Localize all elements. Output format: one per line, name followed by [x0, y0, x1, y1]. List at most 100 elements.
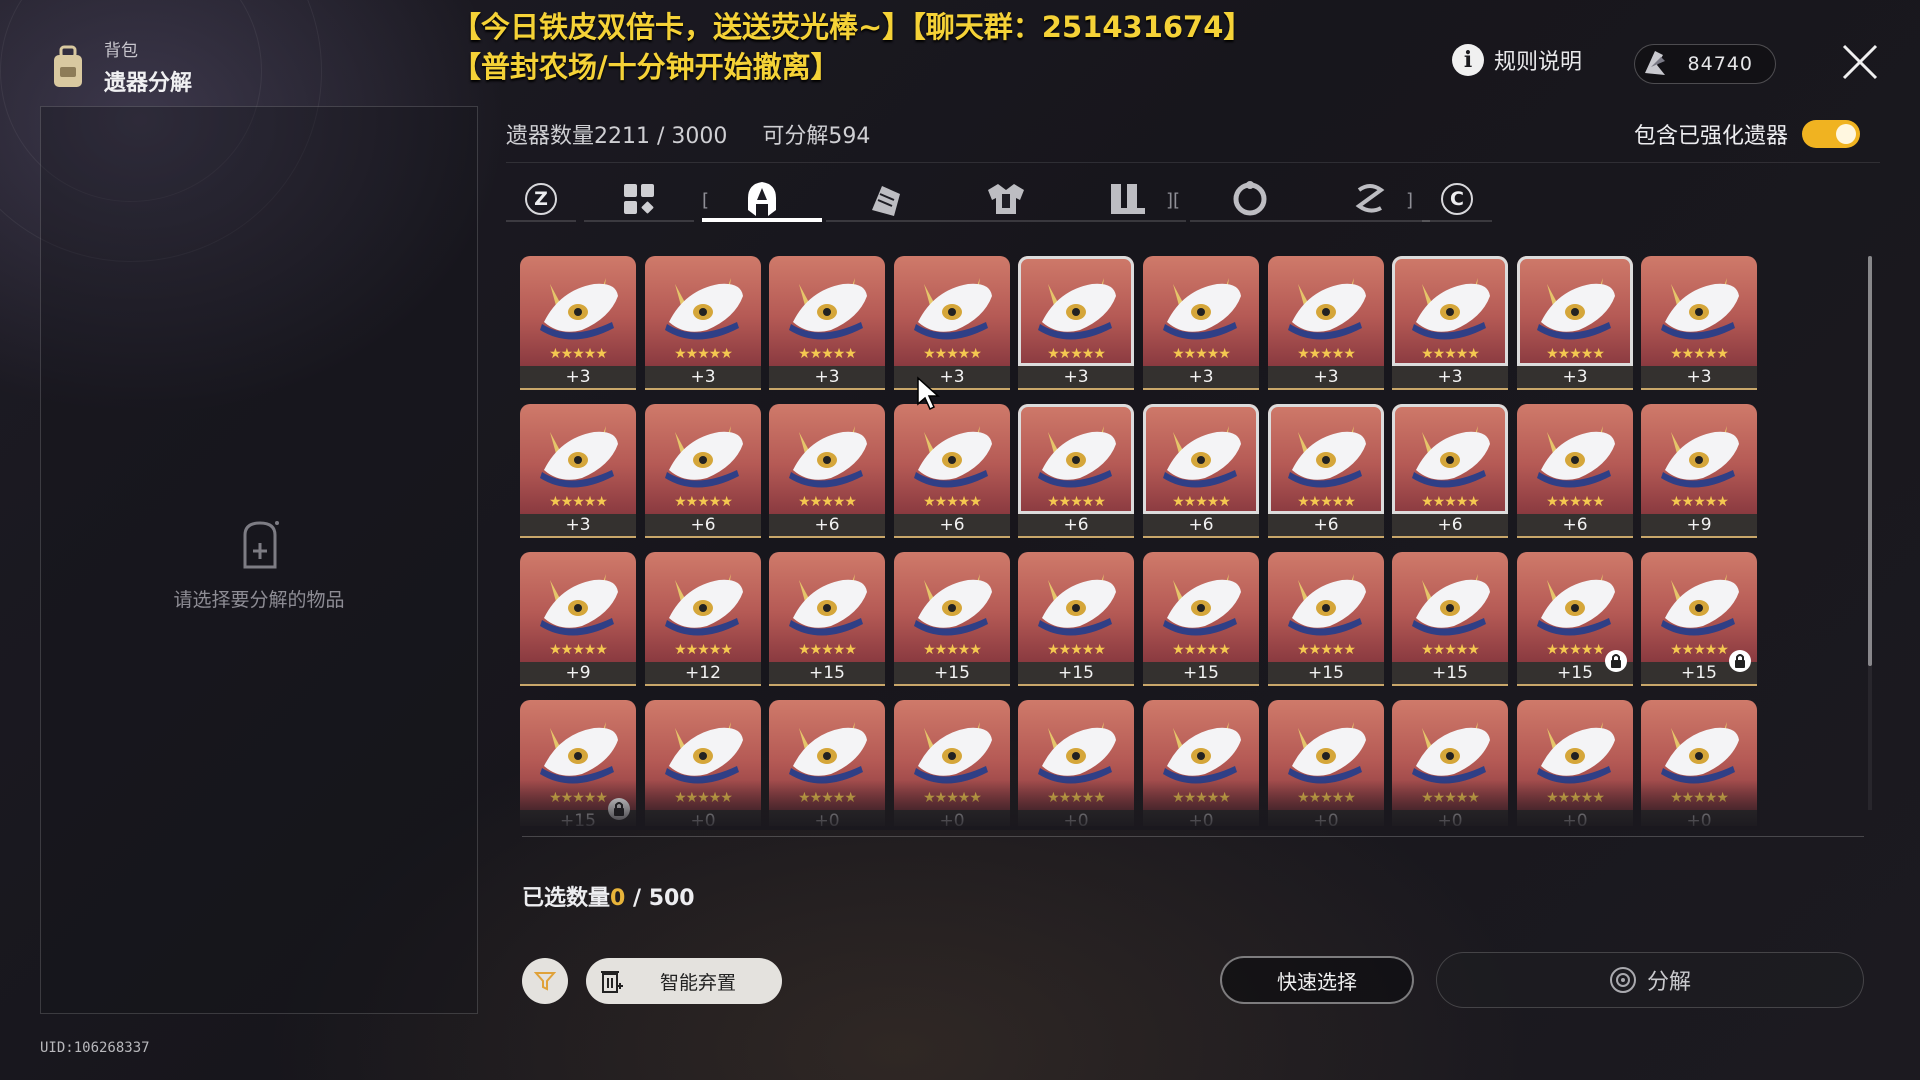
- relic-art: ★★★★★: [1392, 552, 1508, 662]
- relic-level: +9: [520, 662, 636, 686]
- relic-art: ★★★★★: [1018, 256, 1134, 366]
- relic-card[interactable]: ★★★★★ +6: [769, 404, 885, 538]
- relic-art: ★★★★★: [1392, 404, 1508, 514]
- smart-discard-button[interactable]: 智能弃置: [586, 958, 782, 1004]
- relic-card[interactable]: ★★★★★ +15: [1517, 552, 1633, 686]
- star-rating: ★★★★★: [674, 494, 733, 510]
- relic-card[interactable]: ★★★★★ +15: [520, 700, 636, 826]
- page-title: 遗器分解: [104, 71, 193, 96]
- relic-card[interactable]: ★★★★★ +9: [1641, 404, 1757, 538]
- relic-card[interactable]: ★★★★★ +3: [1392, 256, 1508, 390]
- rules-button[interactable]: i 规则说明: [1452, 44, 1582, 76]
- relic-card[interactable]: ★★★★★ +12: [645, 552, 761, 686]
- relic-card[interactable]: ★★★★★ +0: [1641, 700, 1757, 826]
- relic-card[interactable]: ★★★★★ +6: [1268, 404, 1384, 538]
- relic-card[interactable]: ★★★★★ +3: [520, 256, 636, 390]
- relic-card[interactable]: ★★★★★ +0: [769, 700, 885, 826]
- relic-card[interactable]: ★★★★★ +15: [1641, 552, 1757, 686]
- relic-card[interactable]: ★★★★★ +6: [1517, 404, 1633, 538]
- lock-icon[interactable]: [1729, 650, 1751, 672]
- relic-level: +9: [1641, 514, 1757, 538]
- relic-card[interactable]: ★★★★★ +6: [1392, 404, 1508, 538]
- relic-art: ★★★★★: [1268, 256, 1384, 366]
- relic-card[interactable]: ★★★★★ +6: [894, 404, 1010, 538]
- grid-scrollbar[interactable]: [1868, 256, 1872, 810]
- relic-card[interactable]: ★★★★★ +15: [1018, 552, 1134, 686]
- tab-sphere[interactable]: [1190, 176, 1310, 222]
- decompose-label: 分解: [1646, 970, 1691, 995]
- relic-card[interactable]: ★★★★★ +3: [1018, 256, 1134, 390]
- relic-card[interactable]: ★★★★★ +15: [1392, 552, 1508, 686]
- relic-card[interactable]: ★★★★★ +6: [645, 404, 761, 538]
- relic-card[interactable]: ★★★★★ +3: [769, 256, 885, 390]
- bracket: ]: [1406, 190, 1414, 211]
- relic-card[interactable]: ★★★★★ +6: [1143, 404, 1259, 538]
- relic-card[interactable]: ★★★★★ +3: [1641, 256, 1757, 390]
- filter-button[interactable]: [522, 958, 568, 1004]
- relic-card[interactable]: ★★★★★ +3: [645, 256, 761, 390]
- rules-label: 规则说明: [1494, 50, 1583, 75]
- tab-key-z[interactable]: Z: [506, 176, 576, 222]
- include-enhanced-toggle[interactable]: [1802, 120, 1861, 148]
- star-rating: ★★★★★: [1297, 494, 1356, 510]
- glove-icon: [872, 186, 900, 216]
- relic-card[interactable]: ★★★★★ +0: [645, 700, 761, 826]
- relic-art: ★★★★★: [1143, 256, 1259, 366]
- relic-card[interactable]: ★★★★★ +3: [520, 404, 636, 538]
- star-rating: ★★★★★: [549, 494, 608, 510]
- relic-level: +3: [1641, 366, 1757, 390]
- relic-art: ★★★★★: [1392, 700, 1508, 810]
- relic-card[interactable]: ★★★★★ +15: [1143, 552, 1259, 686]
- relic-level: +0: [769, 810, 885, 826]
- relic-art: ★★★★★: [1641, 404, 1757, 514]
- relic-card[interactable]: ★★★★★ +15: [894, 552, 1010, 686]
- tab-hands[interactable]: [826, 176, 946, 222]
- quick-select-button[interactable]: 快速选择: [1220, 956, 1414, 1004]
- relic-card[interactable]: ★★★★★ +15: [769, 552, 885, 686]
- scrollbar-thumb[interactable]: [1868, 256, 1872, 666]
- relic-art: ★★★★★: [894, 552, 1010, 662]
- relic-level: +6: [769, 514, 885, 538]
- relic-level: +3: [1143, 366, 1259, 390]
- star-rating: ★★★★★: [1421, 346, 1480, 362]
- relic-level: +0: [1392, 810, 1508, 826]
- relic-art: ★★★★★: [1641, 552, 1757, 662]
- star-rating: ★★★★★: [1421, 790, 1480, 806]
- lock-icon[interactable]: [1605, 650, 1627, 672]
- smart-discard-label: 智能弃置: [660, 971, 737, 994]
- star-rating: ★★★★★: [1670, 790, 1729, 806]
- relic-card[interactable]: ★★★★★ +3: [1268, 256, 1384, 390]
- relic-card[interactable]: ★★★★★ +15: [1268, 552, 1384, 686]
- z-key-icon: Z: [525, 183, 557, 215]
- tab-key-c[interactable]: C: [1422, 176, 1492, 222]
- relic-card[interactable]: ★★★★★ +3: [894, 256, 1010, 390]
- relic-card[interactable]: ★★★★★ +0: [1143, 700, 1259, 826]
- empty-relic-icon: [243, 521, 279, 569]
- relic-card[interactable]: ★★★★★ +0: [1018, 700, 1134, 826]
- armor-icon: [988, 184, 1024, 214]
- tab-head[interactable]: [702, 176, 822, 222]
- relic-level: +0: [1517, 810, 1633, 826]
- tab-body[interactable]: [946, 176, 1066, 222]
- relic-card[interactable]: ★★★★★ +0: [1268, 700, 1384, 826]
- relic-card[interactable]: ★★★★★ +0: [894, 700, 1010, 826]
- star-rating: ★★★★★: [549, 346, 608, 362]
- decompose-button[interactable]: 分解: [1436, 952, 1864, 1008]
- relic-card[interactable]: ★★★★★ +0: [1517, 700, 1633, 826]
- relic-card[interactable]: ★★★★★ +9: [520, 552, 636, 686]
- relic-card[interactable]: ★★★★★ +0: [1392, 700, 1508, 826]
- relic-level: +3: [520, 366, 636, 390]
- relic-art: ★★★★★: [1517, 700, 1633, 810]
- relic-art: ★★★★★: [520, 552, 636, 662]
- relic-art: ★★★★★: [1143, 404, 1259, 514]
- lock-icon[interactable]: [608, 798, 630, 820]
- relic-card[interactable]: ★★★★★ +3: [1517, 256, 1633, 390]
- close-icon[interactable]: [1840, 42, 1880, 82]
- relic-art: ★★★★★: [1018, 404, 1134, 514]
- relic-card[interactable]: ★★★★★ +3: [1143, 256, 1259, 390]
- relic-card[interactable]: ★★★★★ +6: [1018, 404, 1134, 538]
- tab-all[interactable]: [584, 176, 694, 222]
- star-rating: ★★★★★: [549, 642, 608, 658]
- relic-art: ★★★★★: [894, 404, 1010, 514]
- currency-value: 84740: [1687, 53, 1753, 75]
